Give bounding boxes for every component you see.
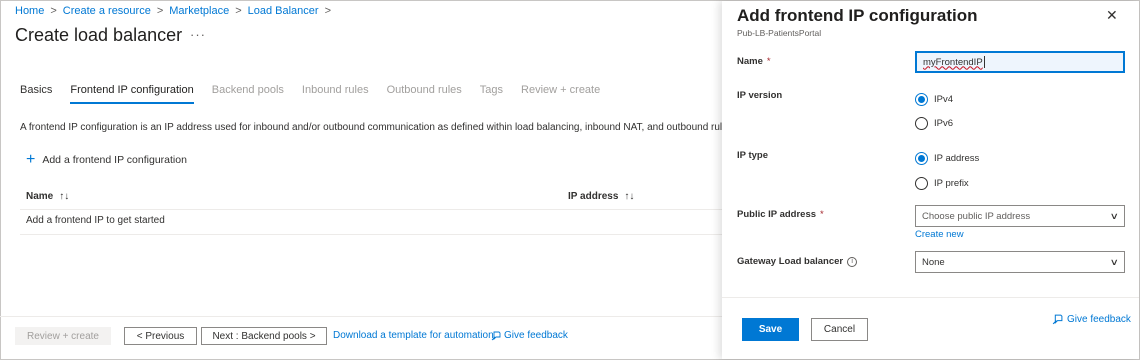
sort-icon[interactable]: ↑↓ [624, 191, 634, 202]
chevron-right-icon: > [156, 5, 164, 17]
gateway-lb-label: Gateway Load balancer i [737, 256, 858, 267]
chevron-right-icon: > [324, 5, 332, 17]
more-options-icon[interactable]: ··· [190, 27, 206, 42]
tab-frontend-ip-configuration[interactable]: Frontend IP configuration [70, 84, 194, 104]
tab-review-create[interactable]: Review + create [521, 84, 600, 104]
save-button[interactable]: Save [742, 318, 799, 341]
chevron-right-icon: > [235, 5, 242, 17]
name-input[interactable]: myFrontendIP [915, 51, 1125, 73]
radio-selected-icon [915, 152, 928, 165]
radio-ip-prefix[interactable]: IP prefix [915, 177, 969, 190]
gateway-lb-value: None [922, 256, 945, 268]
tab-tags[interactable]: Tags [480, 84, 503, 104]
tab-outbound-rules[interactable]: Outbound rules [387, 84, 462, 104]
wizard-footer: Review + create < Previous Next : Backen… [0, 316, 722, 360]
breadcrumb-marketplace[interactable]: Marketplace [169, 5, 229, 17]
wizard-tabs: Basics Frontend IP configuration Backend… [20, 84, 618, 104]
close-icon[interactable]: ✕ [1106, 7, 1118, 24]
panel-footer: Save Cancel Give feedback [722, 297, 1139, 359]
radio-ipv4[interactable]: IPv4 [915, 93, 953, 106]
tab-backend-pools[interactable]: Backend pools [212, 84, 284, 104]
create-new-link[interactable]: Create new [915, 229, 964, 240]
ip-type-label: IP type [737, 150, 768, 161]
tab-basics[interactable]: Basics [20, 84, 52, 104]
breadcrumb-create-resource[interactable]: Create a resource [63, 5, 151, 17]
feedback-icon [491, 331, 501, 340]
required-mark: * [766, 56, 771, 67]
name-input-value: myFrontendIP [923, 56, 983, 68]
review-create-button[interactable]: Review + create [15, 327, 111, 345]
page-title: Create load balancer [15, 25, 183, 45]
chevron-down-icon: ∨ [1110, 256, 1120, 267]
radio-ipv6[interactable]: IPv6 [915, 117, 953, 130]
column-header-name[interactable]: Name ↑↓ [26, 191, 69, 202]
previous-button[interactable]: < Previous [124, 327, 197, 345]
plus-icon: + [26, 151, 36, 168]
tab-inbound-rules[interactable]: Inbound rules [302, 84, 369, 104]
breadcrumb-load-balancer[interactable]: Load Balancer [248, 5, 319, 17]
text-caret [983, 56, 985, 68]
chevron-right-icon: > [50, 5, 57, 17]
feedback-icon [1052, 314, 1063, 325]
grid-header: Name ↑↓ IP address ↑↓ [20, 183, 722, 210]
table-row-empty: Add a frontend IP to get started [20, 210, 722, 235]
panel-give-feedback-link[interactable]: Give feedback [1052, 314, 1131, 325]
add-frontend-ip-panel: Add frontend IP configuration Pub-LB-Pat… [722, 1, 1139, 359]
column-header-ip-address[interactable]: IP address ↑↓ [568, 191, 634, 202]
public-ip-placeholder: Choose public IP address [922, 210, 1031, 222]
radio-selected-icon [915, 93, 928, 106]
section-description: A frontend IP configuration is an IP add… [20, 122, 736, 133]
radio-ip-address[interactable]: IP address [915, 152, 979, 165]
cancel-button[interactable]: Cancel [811, 318, 868, 341]
breadcrumb: Home > Create a resource > Marketplace >… [15, 5, 331, 17]
breadcrumb-home[interactable]: Home [15, 5, 44, 17]
required-mark: * [820, 209, 824, 220]
sort-icon[interactable]: ↑↓ [59, 191, 69, 202]
radio-unselected-icon [915, 177, 928, 190]
info-icon[interactable]: i [847, 256, 858, 267]
download-template-link[interactable]: Download a template for automation [333, 330, 494, 341]
empty-message: Add a frontend IP to get started [26, 215, 165, 226]
give-feedback-link[interactable]: Give feedback [491, 330, 568, 341]
next-backend-pools-button[interactable]: Next : Backend pools > [201, 327, 327, 345]
name-label: Name * [737, 56, 771, 67]
panel-subtitle: Pub-LB-PatientsPortal [737, 28, 822, 38]
add-frontend-ip-label: Add a frontend IP configuration [42, 154, 187, 166]
panel-title: Add frontend IP configuration [737, 6, 978, 25]
public-ip-label: Public IP address * [737, 209, 824, 220]
ip-version-label: IP version [737, 90, 783, 101]
radio-unselected-icon [915, 117, 928, 130]
chevron-down-icon: ∨ [1110, 210, 1120, 221]
add-frontend-ip-button[interactable]: + Add a frontend IP configuration [26, 151, 187, 168]
gateway-lb-dropdown[interactable]: None ∨ [915, 251, 1125, 273]
public-ip-dropdown[interactable]: Choose public IP address ∨ [915, 205, 1125, 227]
